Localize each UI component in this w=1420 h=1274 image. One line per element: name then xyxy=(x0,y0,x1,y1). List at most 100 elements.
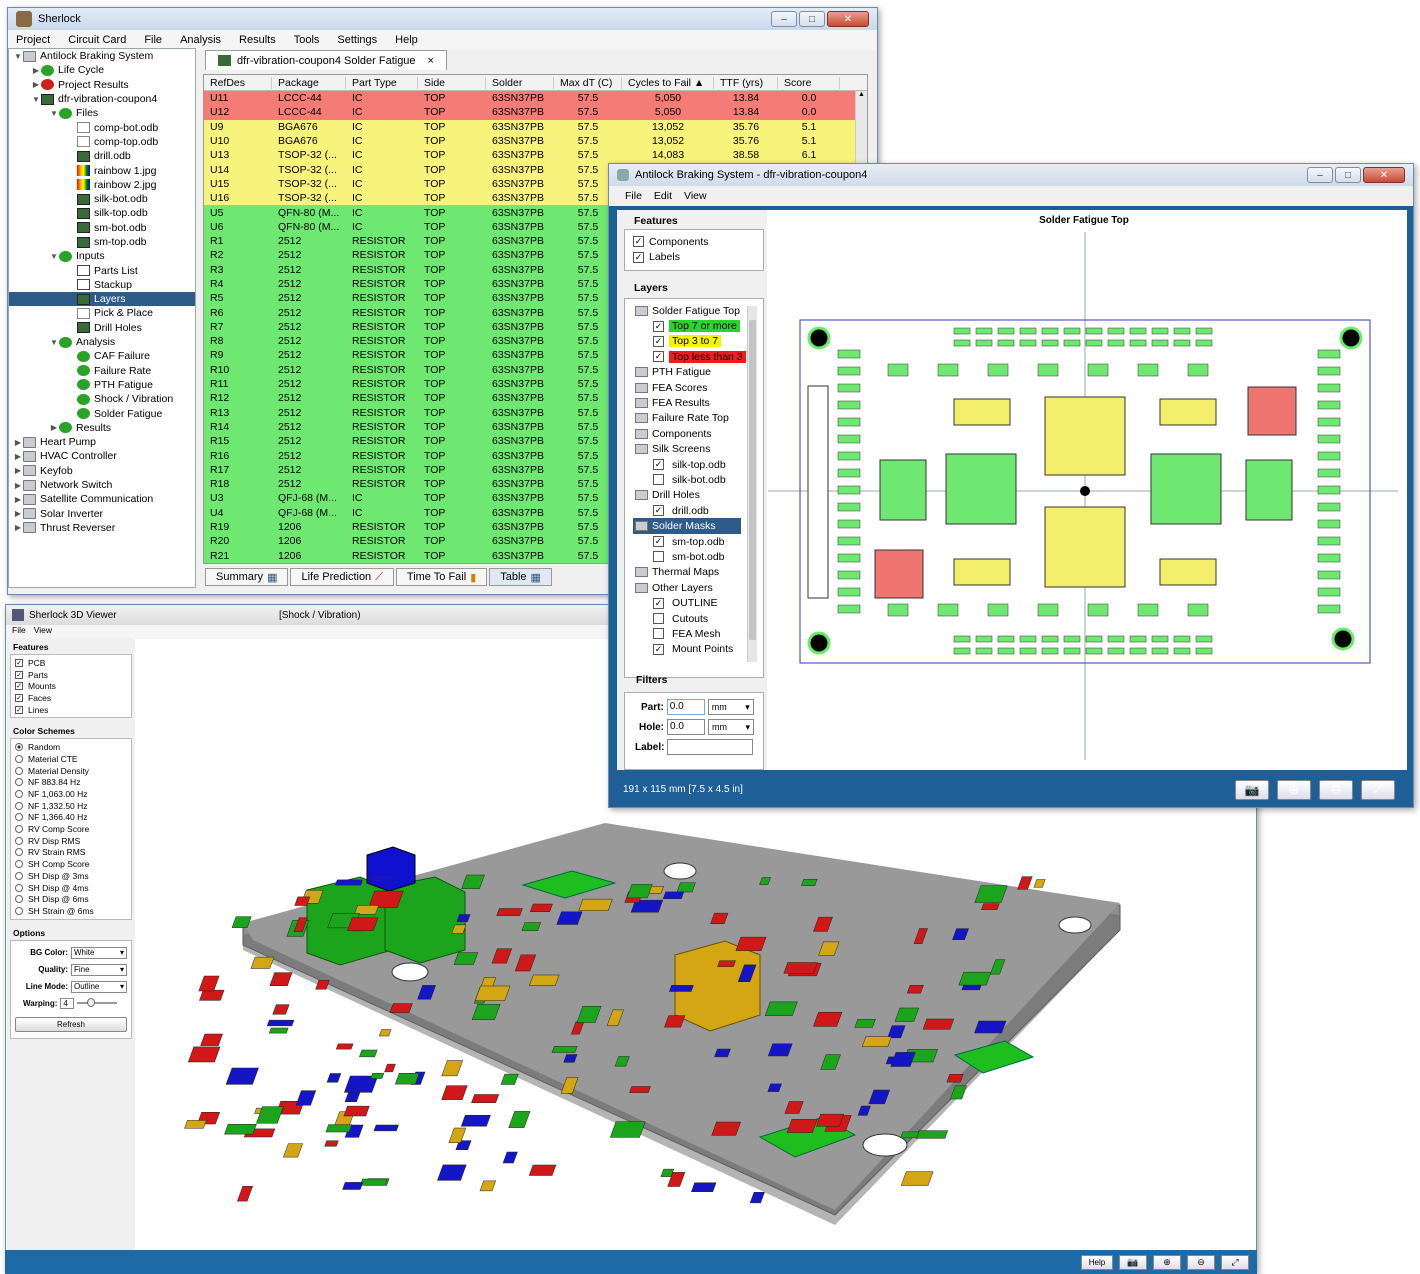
tree-item[interactable]: ▶ Thrust Reverser xyxy=(9,521,195,535)
layer-item[interactable]: ✓ silk-top.odb xyxy=(635,457,763,472)
layer-item[interactable]: sm-bot.odb xyxy=(635,549,763,564)
checkbox-icon[interactable]: ✓ xyxy=(653,505,664,517)
bottom-tab[interactable]: Life Prediction ⟋ xyxy=(290,568,394,586)
column-header[interactable]: Max dT (C) xyxy=(554,76,622,89)
column-header[interactable]: RefDes xyxy=(204,76,272,89)
layer-item[interactable]: silk-bot.odb xyxy=(635,472,763,487)
expand-toggle-icon[interactable]: ▶ xyxy=(13,438,23,447)
close-icon[interactable]: ✕ xyxy=(1363,167,1405,183)
layer-item[interactable]: Cutouts xyxy=(635,611,763,626)
maximize-icon[interactable]: □ xyxy=(1335,167,1361,183)
table-row[interactable]: U9 BGA676 IC TOP 63SN37PB 57.5 13,052 35.76 5.1 xyxy=(204,119,867,134)
checkbox-icon[interactable]: ✓ xyxy=(653,351,664,363)
column-header[interactable]: Cycles to Fail ▲ xyxy=(622,76,714,89)
tree-item[interactable]: rainbow 1.jpg xyxy=(9,163,195,177)
tree-item[interactable]: drill.odb xyxy=(9,149,195,163)
refresh-button[interactable]: Refresh xyxy=(15,1016,127,1032)
expand-toggle-icon[interactable]: ▼ xyxy=(49,109,59,118)
checkbox-icon[interactable]: ✓ xyxy=(633,236,644,248)
checkbox-icon[interactable] xyxy=(653,474,664,486)
fit-icon[interactable]: ⤢ xyxy=(1361,779,1395,800)
layers-scrollbar-thumb[interactable] xyxy=(749,320,756,640)
main-menu-item[interactable]: Analysis xyxy=(180,34,221,46)
main-menu-item[interactable]: Help xyxy=(395,34,418,46)
radio-icon[interactable] xyxy=(15,825,23,834)
bg-color-select[interactable]: White ▾ xyxy=(71,946,127,959)
viewer-menu-view[interactable]: View xyxy=(34,625,52,639)
main-menu-item[interactable]: Results xyxy=(239,34,276,46)
tree-item[interactable]: ▼ Analysis xyxy=(9,335,195,349)
viewer-feature-checkbox[interactable]: ✓ Faces xyxy=(15,692,127,704)
tree-item[interactable]: Stackup xyxy=(9,278,195,292)
tree-item[interactable]: ▶ Network Switch xyxy=(9,478,195,492)
color-scheme-radio[interactable]: SH Strain @ 6ms xyxy=(15,905,127,917)
checkbox-icon[interactable]: ✓ xyxy=(653,643,664,655)
radio-icon[interactable] xyxy=(15,836,23,845)
expand-toggle-icon[interactable]: ▶ xyxy=(13,495,23,504)
column-header[interactable]: Side xyxy=(418,76,486,89)
viewer-feature-checkbox[interactable]: ✓ Mounts xyxy=(15,680,127,692)
maximize-icon[interactable]: □ xyxy=(799,11,825,27)
expand-toggle-icon[interactable]: ▶ xyxy=(13,466,23,475)
color-scheme-radio[interactable]: RV Disp RMS xyxy=(15,835,127,847)
layer-item[interactable]: FEA Results xyxy=(635,395,763,410)
color-scheme-radio[interactable]: NF 1,063.00 Hz xyxy=(15,788,127,800)
expand-toggle-icon[interactable]: ▼ xyxy=(31,95,41,104)
quality-select[interactable]: Fine ▾ xyxy=(71,963,127,976)
checkbox-icon[interactable] xyxy=(653,551,664,563)
color-scheme-radio[interactable]: Material CTE xyxy=(15,753,127,765)
radio-icon[interactable] xyxy=(15,790,23,799)
layer-item[interactable]: ✓ sm-top.odb xyxy=(635,534,763,549)
tree-item[interactable]: ▼ Antilock Braking System xyxy=(9,49,195,63)
checkbox-icon[interactable]: ✓ xyxy=(633,251,644,263)
tree-item[interactable]: ▼ dfr-vibration-coupon4 xyxy=(9,92,195,106)
radio-icon[interactable] xyxy=(15,848,23,857)
feature-checkbox[interactable]: ✓ Components xyxy=(633,234,755,249)
color-scheme-radio[interactable]: Material Density xyxy=(15,765,127,777)
table-row[interactable]: U11 LCCC-44 IC TOP 63SN37PB 57.5 5,050 13.84 0.0 xyxy=(204,91,867,106)
radio-icon[interactable] xyxy=(15,906,23,915)
warping-slider[interactable] xyxy=(77,998,118,1008)
column-header[interactable]: Part Type xyxy=(346,76,418,89)
tree-item[interactable]: ▶ Life Cycle xyxy=(9,63,195,77)
expand-toggle-icon[interactable]: ▶ xyxy=(13,481,23,490)
fit-icon[interactable]: ⤢ xyxy=(1221,1254,1249,1270)
tree-item[interactable]: sm-bot.odb xyxy=(9,221,195,235)
radio-icon[interactable] xyxy=(15,860,23,869)
expand-toggle-icon[interactable]: ▶ xyxy=(31,80,41,89)
tree-item[interactable]: comp-bot.odb xyxy=(9,120,195,134)
column-header[interactable]: Score xyxy=(778,76,840,89)
tree-item[interactable]: silk-top.odb xyxy=(9,206,195,220)
layer-item[interactable]: Other Layers xyxy=(635,580,763,595)
main-menu-item[interactable]: Settings xyxy=(337,34,377,46)
tree-item[interactable]: ▼ Inputs xyxy=(9,249,195,263)
color-scheme-radio[interactable]: Random xyxy=(15,741,127,753)
pcb-layout-view[interactable] xyxy=(768,232,1398,762)
expand-toggle-icon[interactable]: ▼ xyxy=(49,338,59,347)
tree-item[interactable]: CAF Failure xyxy=(9,349,195,363)
layer-item[interactable]: FEA Mesh xyxy=(635,626,763,641)
tree-item[interactable]: ▶ Results xyxy=(9,421,195,435)
bottom-tab[interactable]: Time To Fail ▮ xyxy=(395,568,488,586)
project-tree[interactable]: ▼ Antilock Braking System ▶ Life Cycle ▶ Proj… xyxy=(8,48,196,588)
layers-scrollbar[interactable] xyxy=(747,306,757,662)
label-filter-input[interactable] xyxy=(667,739,754,755)
checkbox-icon[interactable]: ✓ xyxy=(15,693,23,702)
radio-icon[interactable] xyxy=(15,813,23,822)
checkbox-icon[interactable]: ✓ xyxy=(653,335,664,347)
column-header[interactable]: Solder xyxy=(486,76,554,89)
checkbox-icon[interactable]: ✓ xyxy=(653,536,664,548)
tree-item[interactable]: PTH Fatigue xyxy=(9,378,195,392)
layer-item[interactable]: Solder Masks xyxy=(633,518,741,534)
main-menu-item[interactable]: Project xyxy=(16,34,50,46)
table-row[interactable]: U13 TSOP-32 (... IC TOP 63SN37PB 57.5 14,083 38… xyxy=(204,148,867,163)
layer-item[interactable]: Thermal Maps xyxy=(635,565,763,580)
warping-slider-thumb[interactable] xyxy=(87,998,96,1008)
hole-filter-input[interactable]: 0.0 xyxy=(667,719,705,735)
table-row[interactable]: U12 LCCC-44 IC TOP 63SN37PB 57.5 5,050 13.84 0.0 xyxy=(204,105,867,120)
expand-toggle-icon[interactable]: ▶ xyxy=(13,509,23,518)
tree-item[interactable]: ▶ Satellite Communication xyxy=(9,492,195,506)
table-row[interactable]: U10 BGA676 IC TOP 63SN37PB 57.5 13,052 35.76 5.1 xyxy=(204,133,867,149)
zoom-out-icon[interactable]: ⊖ xyxy=(1319,779,1353,800)
checkbox-icon[interactable]: ✓ xyxy=(15,705,23,714)
